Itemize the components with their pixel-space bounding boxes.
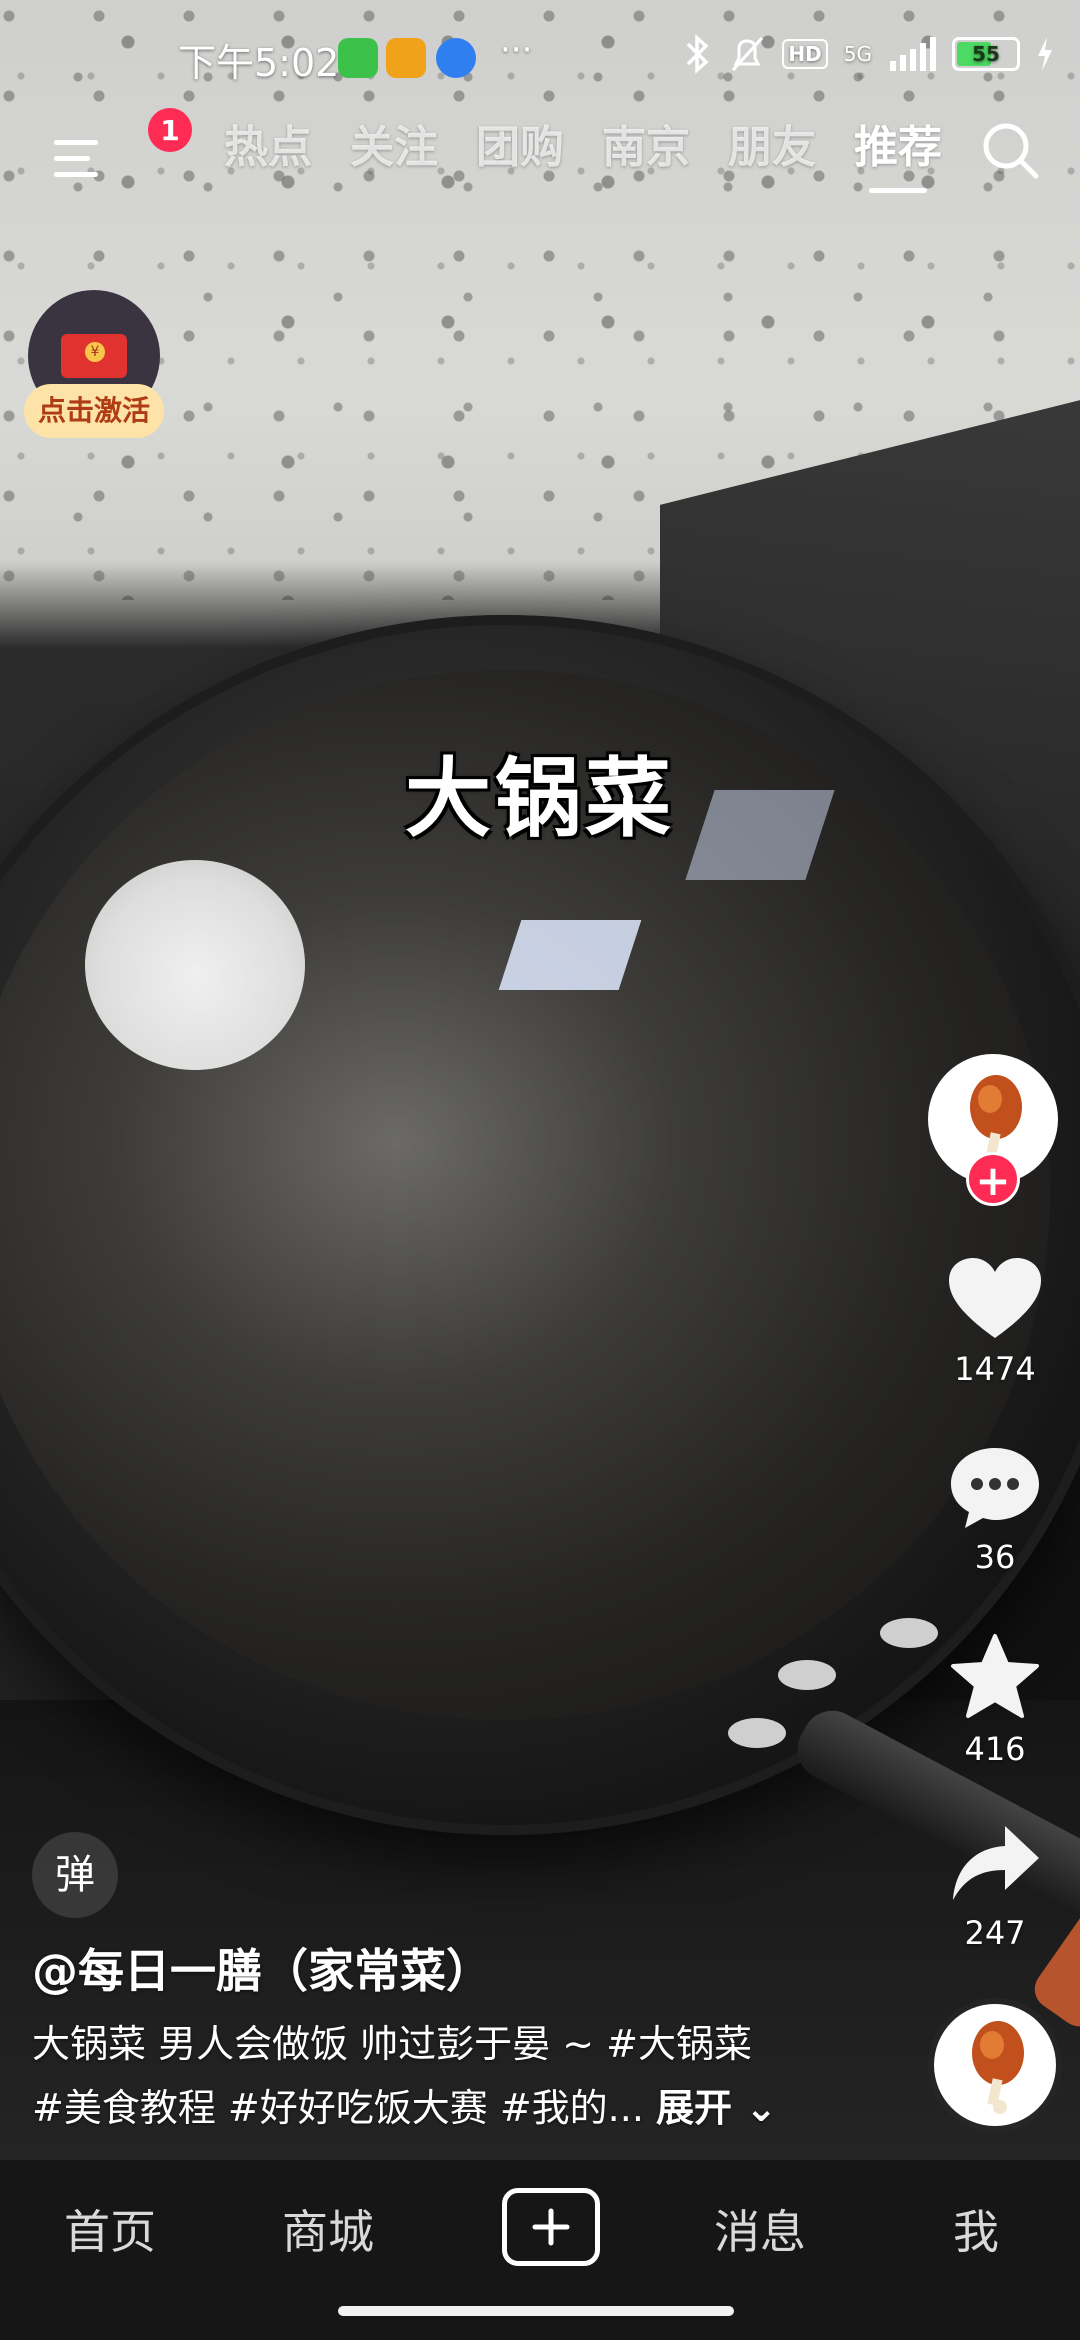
search-icon[interactable]: [980, 120, 1042, 182]
wok-rivet: [728, 1718, 786, 1748]
video-overlay-title: 大锅菜: [405, 748, 675, 849]
menu-line: [54, 156, 90, 161]
description-line-2: #美食教程 #好好吃饭大赛 #我的... 展开 ⌄: [32, 2076, 812, 2140]
tab-local[interactable]: 南京: [583, 116, 709, 180]
wok-rivet: [880, 1618, 938, 1648]
58-app-icon: [386, 38, 426, 78]
wok-reflection: [85, 860, 305, 1070]
menu-button[interactable]: 1: [50, 108, 192, 186]
like-action[interactable]: 1474: [940, 1256, 1050, 1388]
follow-button[interactable]: +: [966, 1152, 1020, 1206]
tab-me[interactable]: 我: [896, 2196, 1056, 2262]
tab-recommend[interactable]: 推荐: [835, 116, 961, 193]
activate-label[interactable]: 点击激活: [24, 384, 164, 438]
feed-tabs: 热点 关注 团购 南京 朋友 推荐: [205, 116, 961, 193]
plus-icon: [532, 2208, 570, 2246]
more-dots-icon: ···: [500, 30, 533, 70]
drumstick-disc-icon: [972, 2021, 1024, 2114]
menu-line: [54, 172, 98, 177]
tab-messages[interactable]: 消息: [680, 2196, 840, 2262]
wok-rivet: [778, 1660, 836, 1690]
chevron-down-icon: ⌄: [732, 2086, 778, 2130]
author-name[interactable]: @每日一膳（家常菜）: [32, 1935, 492, 2001]
network-type: 5G: [843, 42, 872, 66]
battery-percent: 55: [972, 42, 1000, 66]
battery-icon: 55: [952, 37, 1020, 71]
bottom-tab-bar: 首页 商城 消息 我: [0, 2160, 1080, 2340]
comment-action[interactable]: 36: [940, 1444, 1050, 1576]
tab-hot[interactable]: 热点: [205, 116, 331, 180]
favorite-action[interactable]: 416: [940, 1632, 1050, 1768]
home-indicator[interactable]: [338, 2306, 734, 2316]
share-count: 247: [964, 1914, 1026, 1952]
baidu-app-icon: [436, 38, 476, 78]
comment-icon: [951, 1448, 1039, 1528]
video-description[interactable]: 大锅菜 男人会做饭 帅过彭于晏 ~ #大锅菜 #美食教程 #好好吃饭大赛 #我的…: [32, 2012, 812, 2140]
notification-badge: 1: [148, 108, 192, 152]
red-packet-icon: [61, 334, 127, 378]
bluetooth-icon: [687, 34, 709, 74]
danmu-toggle-button[interactable]: 弹: [32, 1832, 118, 1918]
like-count: 1474: [954, 1350, 1036, 1388]
tab-home[interactable]: 首页: [30, 2196, 190, 2262]
heart-icon: [949, 1258, 1041, 1338]
signal-icon: [890, 37, 936, 71]
create-button[interactable]: [502, 2188, 600, 2266]
description-hashtags[interactable]: #美食教程 #好好吃饭大赛 #我的...: [32, 2086, 644, 2130]
star-icon: [951, 1634, 1039, 1718]
video-frame[interactable]: 大锅菜: [0, 0, 1080, 2160]
comment-count: 36: [974, 1538, 1016, 1576]
tab-group-buy[interactable]: 团购: [457, 116, 583, 180]
tab-friends[interactable]: 朋友: [709, 116, 835, 180]
wok-reflection: [498, 920, 642, 990]
status-time: 下午5:02: [178, 41, 340, 85]
wechat-app-icon: [338, 38, 378, 78]
mute-bell-icon: [732, 36, 764, 72]
top-nav: 1 热点 关注 团购 南京 朋友 推荐: [0, 108, 1080, 212]
tab-mall[interactable]: 商城: [248, 2196, 408, 2262]
menu-line: [54, 140, 98, 145]
status-bar: 下午5:02 ··· HD 5G 55: [0, 0, 1080, 116]
share-arrow-icon: [953, 1826, 1039, 1900]
description-line-1: 大锅菜 男人会做饭 帅过彭于晏 ~ #大锅菜: [32, 2022, 752, 2066]
tab-following[interactable]: 关注: [331, 116, 457, 180]
favorite-count: 416: [964, 1730, 1026, 1768]
share-action[interactable]: 247: [940, 1820, 1050, 1952]
status-indicators: HD 5G 55: [684, 34, 1054, 74]
music-disc-avatar[interactable]: [934, 2004, 1056, 2126]
hd-icon: HD: [782, 39, 828, 69]
expand-label: 展开: [656, 2086, 733, 2130]
charging-icon: [1038, 37, 1052, 71]
expand-button[interactable]: 展开 ⌄: [656, 2086, 777, 2130]
